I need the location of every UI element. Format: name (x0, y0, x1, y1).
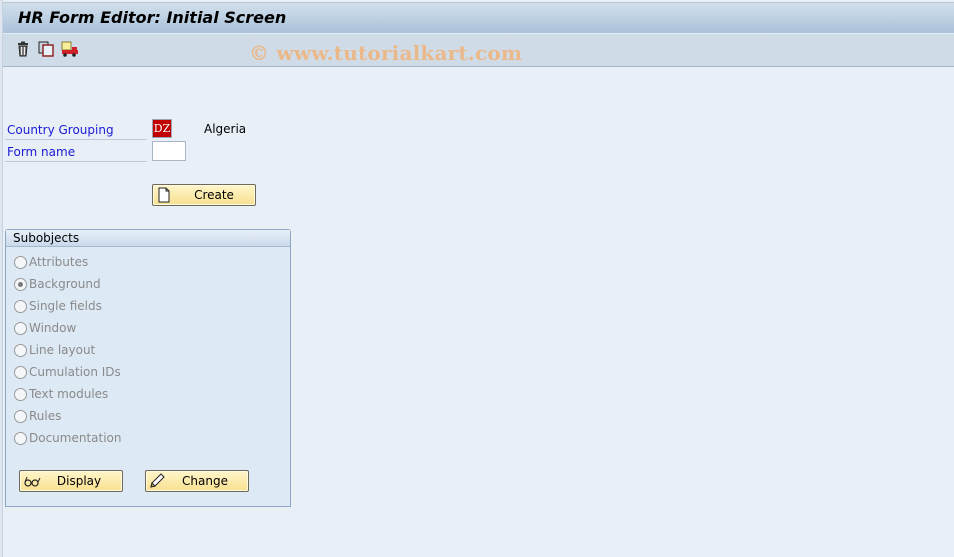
watermark-text: © www.tutorialkart.com (249, 41, 523, 65)
radio-label: Rules (29, 409, 62, 423)
country-grouping-description: Algeria (204, 122, 247, 136)
radio-button-icon[interactable] (14, 388, 27, 401)
window-title: HR Form Editor: Initial Screen (18, 8, 287, 27)
create-button-label: Create (194, 188, 234, 202)
display-button[interactable]: Display (19, 470, 123, 492)
form-name-input[interactable] (152, 141, 186, 161)
radio-label: Line layout (29, 343, 96, 357)
change-button-label: Change (182, 474, 228, 488)
title-bar: HR Form Editor: Initial Screen (3, 2, 954, 33)
radio-label: Documentation (29, 431, 122, 445)
radio-button-checked-icon[interactable] (14, 278, 27, 291)
radio-label: Attributes (29, 255, 89, 269)
truck-icon[interactable] (61, 41, 78, 57)
radio-button-icon[interactable] (14, 300, 27, 313)
copy-icon[interactable] (38, 41, 54, 57)
country-grouping-label: Country Grouping (7, 123, 114, 137)
window-frame (0, 0, 3, 557)
form-name-label-row: Form name (5, 142, 147, 162)
radio-button-icon[interactable] (14, 256, 27, 269)
subobjects-title: Subobjects (13, 231, 80, 245)
radio-label: Text modules (29, 387, 109, 401)
radio-button-icon[interactable] (14, 366, 27, 379)
subobjects-group: Subobjects Attributes Background Single … (5, 229, 291, 507)
country-grouping-field[interactable]: DZ (152, 119, 172, 138)
radio-button-icon[interactable] (14, 322, 27, 335)
change-button[interactable]: Change (145, 470, 249, 492)
radio-label: Background (29, 277, 101, 291)
radio-label: Cumulation IDs (29, 365, 121, 379)
radio-label: Single fields (29, 299, 102, 313)
application-toolbar: © www.tutorialkart.com (3, 33, 954, 67)
radio-button-icon[interactable] (14, 344, 27, 357)
country-grouping-label-row: Country Grouping (5, 120, 147, 140)
display-button-label: Display (56, 474, 102, 488)
form-name-label: Form name (7, 145, 76, 159)
subobjects-header: Subobjects (6, 230, 290, 247)
trash-icon[interactable] (15, 41, 31, 57)
radio-button-icon[interactable] (14, 432, 27, 445)
radio-button-icon[interactable] (14, 410, 27, 423)
radio-label: Window (29, 321, 77, 335)
create-button[interactable]: Create (152, 184, 256, 206)
